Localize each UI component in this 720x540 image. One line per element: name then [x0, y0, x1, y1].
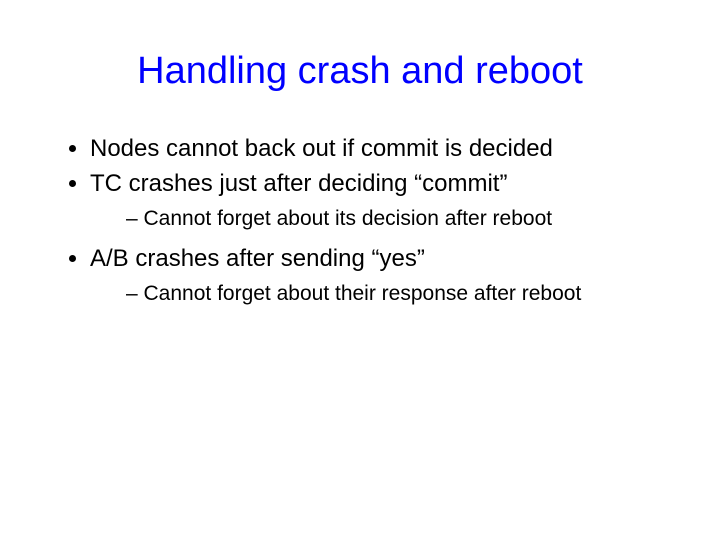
- sub-bullet-item: Cannot forget about their response after…: [126, 280, 660, 307]
- bullet-text: TC crashes just after deciding “commit”: [90, 170, 507, 197]
- bullet-item: Nodes cannot back out if commit is decid…: [90, 133, 660, 164]
- bullet-item: TC crashes just after deciding “commit” …: [90, 168, 660, 232]
- bullet-text: A/B crashes after sending “yes”: [90, 245, 425, 272]
- slide: Handling crash and reboot Nodes cannot b…: [0, 0, 720, 307]
- sub-bullet-list: Cannot forget about their response after…: [90, 280, 660, 307]
- slide-title: Handling crash and reboot: [60, 50, 660, 93]
- bullet-list: Nodes cannot back out if commit is decid…: [60, 133, 660, 307]
- sub-bullet-item: Cannot forget about its decision after r…: [126, 205, 660, 232]
- sub-bullet-list: Cannot forget about its decision after r…: [90, 205, 660, 232]
- sub-bullet-text: Cannot forget about its decision after r…: [144, 207, 553, 230]
- bullet-item: A/B crashes after sending “yes” Cannot f…: [90, 243, 660, 307]
- sub-bullet-text: Cannot forget about their response after…: [144, 282, 582, 305]
- bullet-text: Nodes cannot back out if commit is decid…: [90, 135, 553, 162]
